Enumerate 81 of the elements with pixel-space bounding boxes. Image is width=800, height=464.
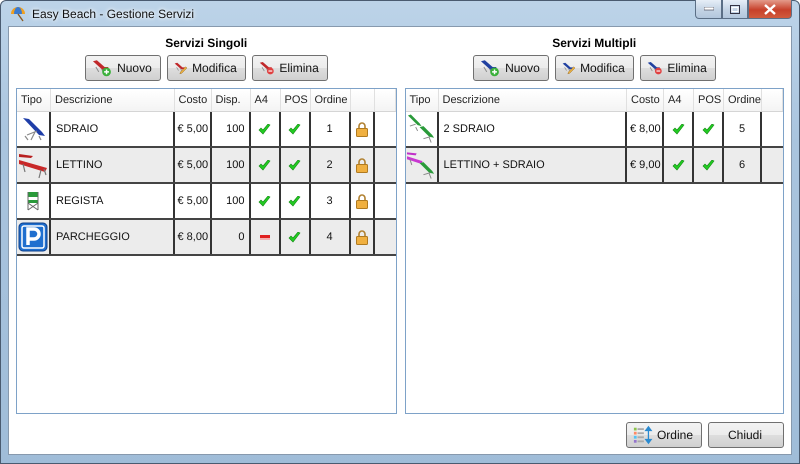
order-value: 6 [738, 159, 746, 171]
column-header[interactable]: Ordine [728, 94, 762, 106]
order-value: 5 [738, 123, 746, 135]
toolbar-button[interactable]: Elimina [640, 55, 716, 81]
table-row[interactable]: LETTINO € 5,00 100 2 [17, 148, 396, 184]
parking-sign-icon [18, 222, 48, 252]
checkmark-icon [258, 196, 271, 206]
window-title: Easy Beach - Gestione Servizi [32, 6, 194, 20]
checkmark-icon [288, 160, 301, 170]
service-name: REGISTA [56, 195, 104, 207]
sort-list-icon [633, 425, 653, 445]
maximize-icon [730, 4, 740, 14]
checkmark-icon [288, 232, 301, 242]
cost-value: € 5,00 [178, 159, 208, 171]
service-name: SDRAIO [56, 123, 98, 135]
checkmark-icon [258, 160, 271, 170]
padlock-icon [356, 194, 368, 208]
order-value: 1 [326, 123, 333, 135]
service-name: LETTINO + SDRAIO [444, 159, 545, 171]
cost-value: € 8,00 [178, 231, 208, 243]
column-header[interactable]: Tipo [410, 94, 430, 106]
padlock-icon [356, 158, 368, 172]
table-row[interactable]: REGISTA € 5,00 100 3 [17, 184, 396, 220]
maximize-button[interactable] [722, 0, 748, 19]
table-row[interactable]: 2 SDRAIO € 8,00 5 [406, 112, 783, 148]
order-value: 2 [326, 159, 333, 171]
service-name: 2 SDRAIO [444, 123, 495, 135]
cost-value: € 9,00 [630, 159, 661, 171]
add-chair-icon [92, 58, 114, 78]
checkmark-icon [702, 124, 714, 134]
column-header[interactable]: A4 [668, 94, 682, 106]
column-header[interactable]: Costo [631, 94, 660, 106]
column-header[interactable]: Descrizione [55, 94, 112, 106]
cost-value: € 5,00 [178, 195, 208, 207]
toolbar-button[interactable]: Modifica [166, 55, 246, 81]
order-value: 4 [326, 231, 333, 243]
availability-value: 100 [226, 195, 244, 207]
toolbar-button[interactable]: Elimina [252, 55, 328, 81]
cost-value: € 5,00 [178, 123, 208, 135]
service-name: PARCHEGGIO [56, 231, 130, 243]
checkmark-icon [672, 124, 684, 134]
table-row[interactable]: PARCHEGGIO € 8,00 0 4 [17, 220, 396, 256]
checkmark-icon [288, 124, 301, 134]
order-value: 3 [326, 195, 333, 207]
checkmark-icon [288, 196, 301, 206]
directors-chair-icon [25, 191, 41, 211]
minimize-icon [704, 7, 714, 11]
toolbar-button[interactable]: Nuovo [84, 55, 161, 81]
section-title: Servizi Multipli [552, 35, 636, 52]
toolbar-button[interactable]: Nuovo [472, 55, 549, 81]
column-header[interactable]: Descrizione [442, 94, 500, 106]
checkmark-icon [258, 124, 271, 134]
app-icon [10, 6, 26, 22]
column-header[interactable]: Costo [178, 94, 208, 106]
availability-value: 100 [226, 159, 244, 171]
column-header[interactable]: Ordine [314, 94, 348, 106]
service-name: LETTINO [56, 159, 102, 171]
order-button[interactable]: Ordine [626, 422, 702, 448]
two-deck-chairs-icon [406, 113, 436, 145]
column-header[interactable]: Tipo [21, 94, 42, 106]
column-header[interactable]: POS [284, 94, 308, 106]
table-row[interactable]: LETTINO + SDRAIO € 9,00 6 [406, 148, 783, 184]
close-button[interactable] [748, 0, 792, 19]
add-chair-icon [480, 58, 502, 78]
availability-value: 100 [226, 123, 244, 135]
minimize-button[interactable] [695, 0, 722, 19]
column-header[interactable]: Disp. [216, 94, 241, 106]
column-header[interactable]: A4 [254, 94, 268, 106]
checkmark-icon [702, 160, 714, 170]
availability-value: 0 [238, 231, 244, 243]
toolbar-button[interactable]: Modifica [554, 55, 634, 81]
padlock-icon [356, 122, 368, 136]
column-header[interactable]: POS [698, 94, 722, 106]
checkmark-icon [672, 160, 684, 170]
close-icon [764, 4, 776, 14]
table-row[interactable]: SDRAIO € 5,00 100 1 [17, 112, 396, 148]
cost-value: € 8,00 [630, 123, 661, 135]
minus-icon [260, 234, 270, 240]
padlock-icon [356, 230, 368, 244]
close-dialog-button[interactable]: Chiudi [708, 422, 784, 448]
section-title: Servizi Singoli [165, 35, 248, 52]
